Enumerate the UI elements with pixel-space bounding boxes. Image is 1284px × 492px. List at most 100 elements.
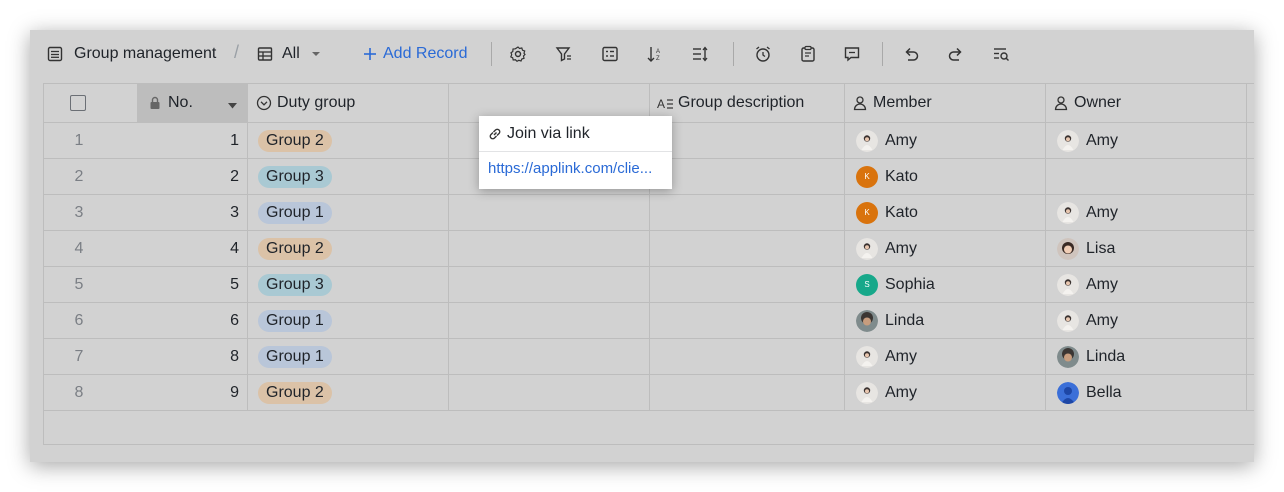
cell-member[interactable]: Amy — [845, 375, 1046, 410]
join-link[interactable]: https://applink.com/clie... — [488, 160, 652, 177]
cell-no[interactable]: 1 — [137, 123, 248, 158]
cell-description[interactable] — [650, 195, 845, 230]
table-row[interactable]: 6 6 Group 1 Linda Amy — [44, 303, 1254, 339]
person-chip: Amy — [856, 381, 917, 404]
column-header-description[interactable]: A Group description — [650, 84, 845, 122]
filter-icon[interactable] — [554, 44, 574, 64]
cell-description[interactable] — [650, 303, 845, 338]
sort-icon[interactable]: AZ — [645, 44, 665, 64]
cell-description[interactable] — [650, 123, 845, 158]
cell-duty-group[interactable]: Group 1 — [248, 195, 449, 230]
row-height-icon[interactable] — [690, 44, 710, 64]
cell-duty-group[interactable]: Group 1 — [248, 303, 449, 338]
cell-owner[interactable]: Lisa — [1046, 231, 1247, 266]
form-icon[interactable] — [798, 44, 818, 64]
column-label-owner: Owner — [1074, 94, 1122, 111]
add-record-button[interactable]: Add Record — [383, 43, 468, 65]
avatar — [1057, 381, 1079, 404]
cell-join-link[interactable] — [449, 375, 650, 410]
cell-no[interactable]: 3 — [137, 195, 248, 230]
person-chip: Amy — [1057, 309, 1118, 332]
redo-icon[interactable] — [946, 44, 966, 64]
cell-owner[interactable]: Amy — [1046, 267, 1247, 302]
group-tag: Group 1 — [258, 345, 332, 368]
cell-description[interactable] — [650, 267, 845, 302]
cell-join-link[interactable] — [449, 267, 650, 302]
column-menu-icon[interactable] — [227, 98, 238, 116]
person-chip: Amy — [856, 129, 917, 152]
cell-join-link[interactable] — [449, 195, 650, 230]
person-name: Amy — [885, 347, 917, 365]
table-row[interactable]: 8 9 Group 2 Amy Bella — [44, 375, 1254, 411]
avatar — [1057, 345, 1079, 368]
cell-duty-group[interactable]: Group 2 — [248, 231, 449, 266]
cell-owner[interactable] — [1046, 159, 1247, 194]
person-name: Sophia — [885, 275, 935, 293]
cell-description[interactable] — [650, 339, 845, 374]
cell-no[interactable]: 9 — [137, 375, 248, 410]
column-header-owner[interactable]: Owner — [1046, 84, 1247, 122]
plus-icon[interactable] — [360, 44, 380, 64]
cell-join-link[interactable] — [449, 303, 650, 338]
view-name[interactable]: All — [282, 43, 300, 65]
person-chip: Amy — [1057, 129, 1118, 152]
undo-icon[interactable] — [901, 44, 921, 64]
gear-icon[interactable] — [508, 44, 528, 64]
group-by-icon[interactable] — [600, 44, 620, 64]
cell-no[interactable]: 2 — [137, 159, 248, 194]
column-header-duty-group[interactable]: Duty group — [248, 84, 449, 122]
cell-owner[interactable]: Amy — [1046, 123, 1247, 158]
link-icon — [487, 126, 503, 142]
cell-join-link[interactable] — [449, 339, 650, 374]
cell-member[interactable]: Amy — [845, 339, 1046, 374]
text-field-icon: A — [656, 94, 674, 112]
comment-icon[interactable] — [842, 44, 862, 64]
select-all-checkbox[interactable] — [70, 95, 86, 111]
cell-no[interactable]: 8 — [137, 339, 248, 374]
cell-description[interactable] — [650, 375, 845, 410]
person-name: Amy — [885, 383, 917, 401]
table-row[interactable]: 7 8 Group 1 Amy Linda — [44, 339, 1254, 375]
avatar — [1057, 309, 1079, 332]
row-index: 6 — [74, 311, 84, 329]
cell-duty-group[interactable]: Group 2 — [248, 123, 449, 158]
table-title[interactable]: Group management — [74, 43, 216, 65]
cell-no[interactable]: 4 — [137, 231, 248, 266]
person-name: Amy — [1086, 131, 1118, 149]
cell-member[interactable]: S Sophia — [845, 267, 1046, 302]
cell-description[interactable] — [650, 231, 845, 266]
cell-join-link[interactable] — [449, 231, 650, 266]
cell-owner[interactable]: Bella — [1046, 375, 1247, 410]
table-row[interactable]: 5 5 Group 3 S Sophia Amy — [44, 267, 1254, 303]
person-chip: Bella — [1057, 381, 1122, 404]
cell-no[interactable]: 5 — [137, 267, 248, 302]
column-header-no[interactable]: No. — [137, 84, 248, 122]
cell-member[interactable]: K Kato — [845, 159, 1046, 194]
person-name: Amy — [1086, 311, 1118, 329]
person-name: Bella — [1086, 383, 1122, 401]
row-index: 5 — [74, 275, 84, 293]
cell-duty-group[interactable]: Group 1 — [248, 339, 449, 374]
cell-no[interactable]: 6 — [137, 303, 248, 338]
column-header-member[interactable]: Member — [845, 84, 1046, 122]
cell-member[interactable]: Amy — [845, 123, 1046, 158]
table-row[interactable]: 3 3 Group 1 K Kato Amy — [44, 195, 1254, 231]
cell-duty-group[interactable]: Group 3 — [248, 267, 449, 302]
table-row[interactable]: 4 4 Group 2 Amy Lisa — [44, 231, 1254, 267]
cell-owner[interactable]: Linda — [1046, 339, 1247, 374]
cell-description[interactable] — [650, 159, 845, 194]
chevron-down-icon[interactable] — [306, 44, 326, 64]
cell-member[interactable]: K Kato — [845, 195, 1046, 230]
person-chip: K Kato — [856, 165, 918, 188]
cell-owner[interactable]: Amy — [1046, 195, 1247, 230]
alarm-icon[interactable] — [753, 44, 773, 64]
search-icon[interactable] — [991, 44, 1011, 64]
person-name: Amy — [1086, 275, 1118, 293]
cell-owner[interactable]: Amy — [1046, 303, 1247, 338]
grid-view-icon[interactable] — [255, 44, 275, 64]
cell-duty-group[interactable]: Group 3 — [248, 159, 449, 194]
cell-member[interactable]: Linda — [845, 303, 1046, 338]
cell-duty-group[interactable]: Group 2 — [248, 375, 449, 410]
cell-member[interactable]: Amy — [845, 231, 1046, 266]
toolbar: Group management / All Add Record AZ — [30, 30, 1254, 78]
